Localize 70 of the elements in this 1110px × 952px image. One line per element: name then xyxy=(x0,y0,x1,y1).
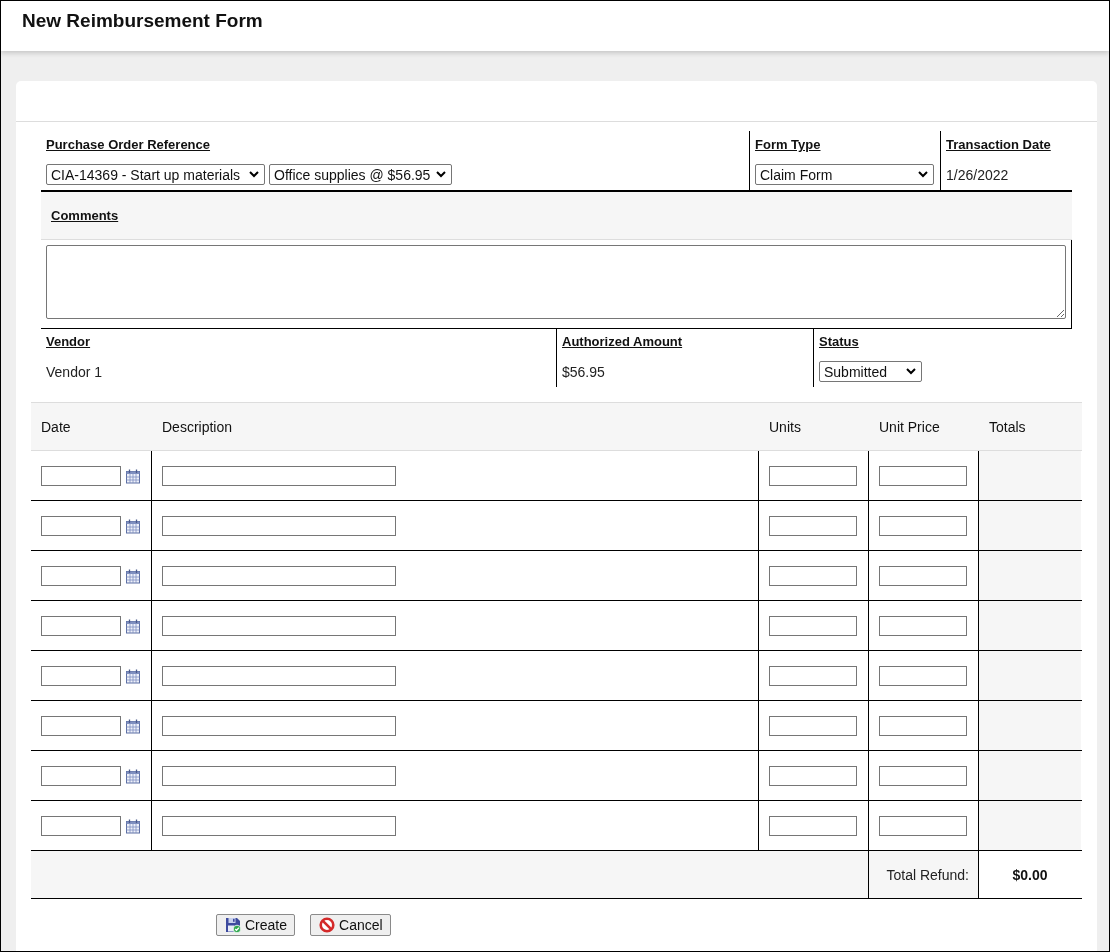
form-type-select[interactable]: Claim Form xyxy=(755,164,934,185)
column-header: Unit Price xyxy=(879,418,940,435)
date-field[interactable] xyxy=(41,665,121,686)
units-field[interactable] xyxy=(769,765,857,786)
caret-icon xyxy=(436,171,447,178)
date-field[interactable] xyxy=(41,815,121,836)
date-field[interactable] xyxy=(41,465,121,486)
field-label: Transaction Date xyxy=(946,137,1051,153)
calendar-icon[interactable] xyxy=(125,767,141,784)
vendor-value: Vendor 1 xyxy=(46,363,103,380)
units-field[interactable] xyxy=(769,565,857,586)
calendar-icon[interactable] xyxy=(125,617,141,634)
date-field[interactable] xyxy=(41,515,121,536)
description-field[interactable] xyxy=(162,615,396,636)
description-field[interactable] xyxy=(162,815,396,836)
description-field[interactable] xyxy=(162,665,396,686)
unit-price-field[interactable] xyxy=(879,715,967,736)
transaction-date-value: 1/26/2022 xyxy=(946,166,1009,183)
field-label: Status xyxy=(819,334,859,350)
column-header: Description xyxy=(162,418,233,435)
units-field[interactable] xyxy=(769,665,857,686)
date-field[interactable] xyxy=(41,765,121,786)
line-item-select[interactable]: Office supplies @ $56.95 xyxy=(269,164,453,185)
units-field[interactable] xyxy=(769,715,857,736)
caret-icon xyxy=(249,171,259,178)
description-field[interactable] xyxy=(162,465,396,486)
caret-icon xyxy=(918,171,928,178)
purchase-order-select[interactable]: CIA-14369 - Start up materials xyxy=(46,164,265,185)
field-label: Purchase Order Reference xyxy=(46,137,211,153)
description-field[interactable] xyxy=(162,515,396,536)
unit-price-field[interactable] xyxy=(879,615,967,636)
total-refund-value: $0.00 xyxy=(1012,866,1048,883)
unit-price-field[interactable] xyxy=(879,765,967,786)
calendar-icon[interactable] xyxy=(125,567,141,584)
comments-field[interactable] xyxy=(46,245,1066,319)
page-title: New Reimbursement Form xyxy=(22,10,263,32)
column-header: Date xyxy=(41,418,71,435)
units-field[interactable] xyxy=(769,815,857,836)
field-label: Authorized Amount xyxy=(562,334,683,350)
calendar-icon[interactable] xyxy=(125,517,141,534)
description-field[interactable] xyxy=(162,715,396,736)
column-header: Units xyxy=(769,418,801,435)
field-label: Form Type xyxy=(755,137,821,153)
calendar-icon[interactable] xyxy=(125,467,141,484)
unit-price-field[interactable] xyxy=(879,515,967,536)
unit-price-field[interactable] xyxy=(879,565,967,586)
unit-price-field[interactable] xyxy=(879,465,967,486)
total-refund-label: Total Refund: xyxy=(886,866,969,883)
column-header: Totals xyxy=(989,418,1026,435)
field-label: Vendor xyxy=(46,334,91,350)
calendar-icon[interactable] xyxy=(125,667,141,684)
date-field[interactable] xyxy=(41,615,121,636)
description-field[interactable] xyxy=(162,765,396,786)
calendar-icon[interactable] xyxy=(125,817,141,834)
field-label: Comments xyxy=(51,207,119,224)
date-field[interactable] xyxy=(41,565,121,586)
description-field[interactable] xyxy=(162,565,396,586)
units-field[interactable] xyxy=(769,515,857,536)
units-field[interactable] xyxy=(769,615,857,636)
create-button[interactable]: Create xyxy=(216,914,296,936)
prohibited-icon xyxy=(319,917,336,933)
unit-price-field[interactable] xyxy=(879,815,967,836)
caret-icon xyxy=(906,368,916,375)
unit-price-field[interactable] xyxy=(879,665,967,686)
status-select[interactable]: Submitted xyxy=(819,361,922,382)
calendar-icon[interactable] xyxy=(125,717,141,734)
authorized-amount-value: $56.95 xyxy=(562,363,605,380)
cancel-button[interactable]: Cancel xyxy=(310,914,391,936)
units-field[interactable] xyxy=(769,465,857,486)
date-field[interactable] xyxy=(41,715,121,736)
